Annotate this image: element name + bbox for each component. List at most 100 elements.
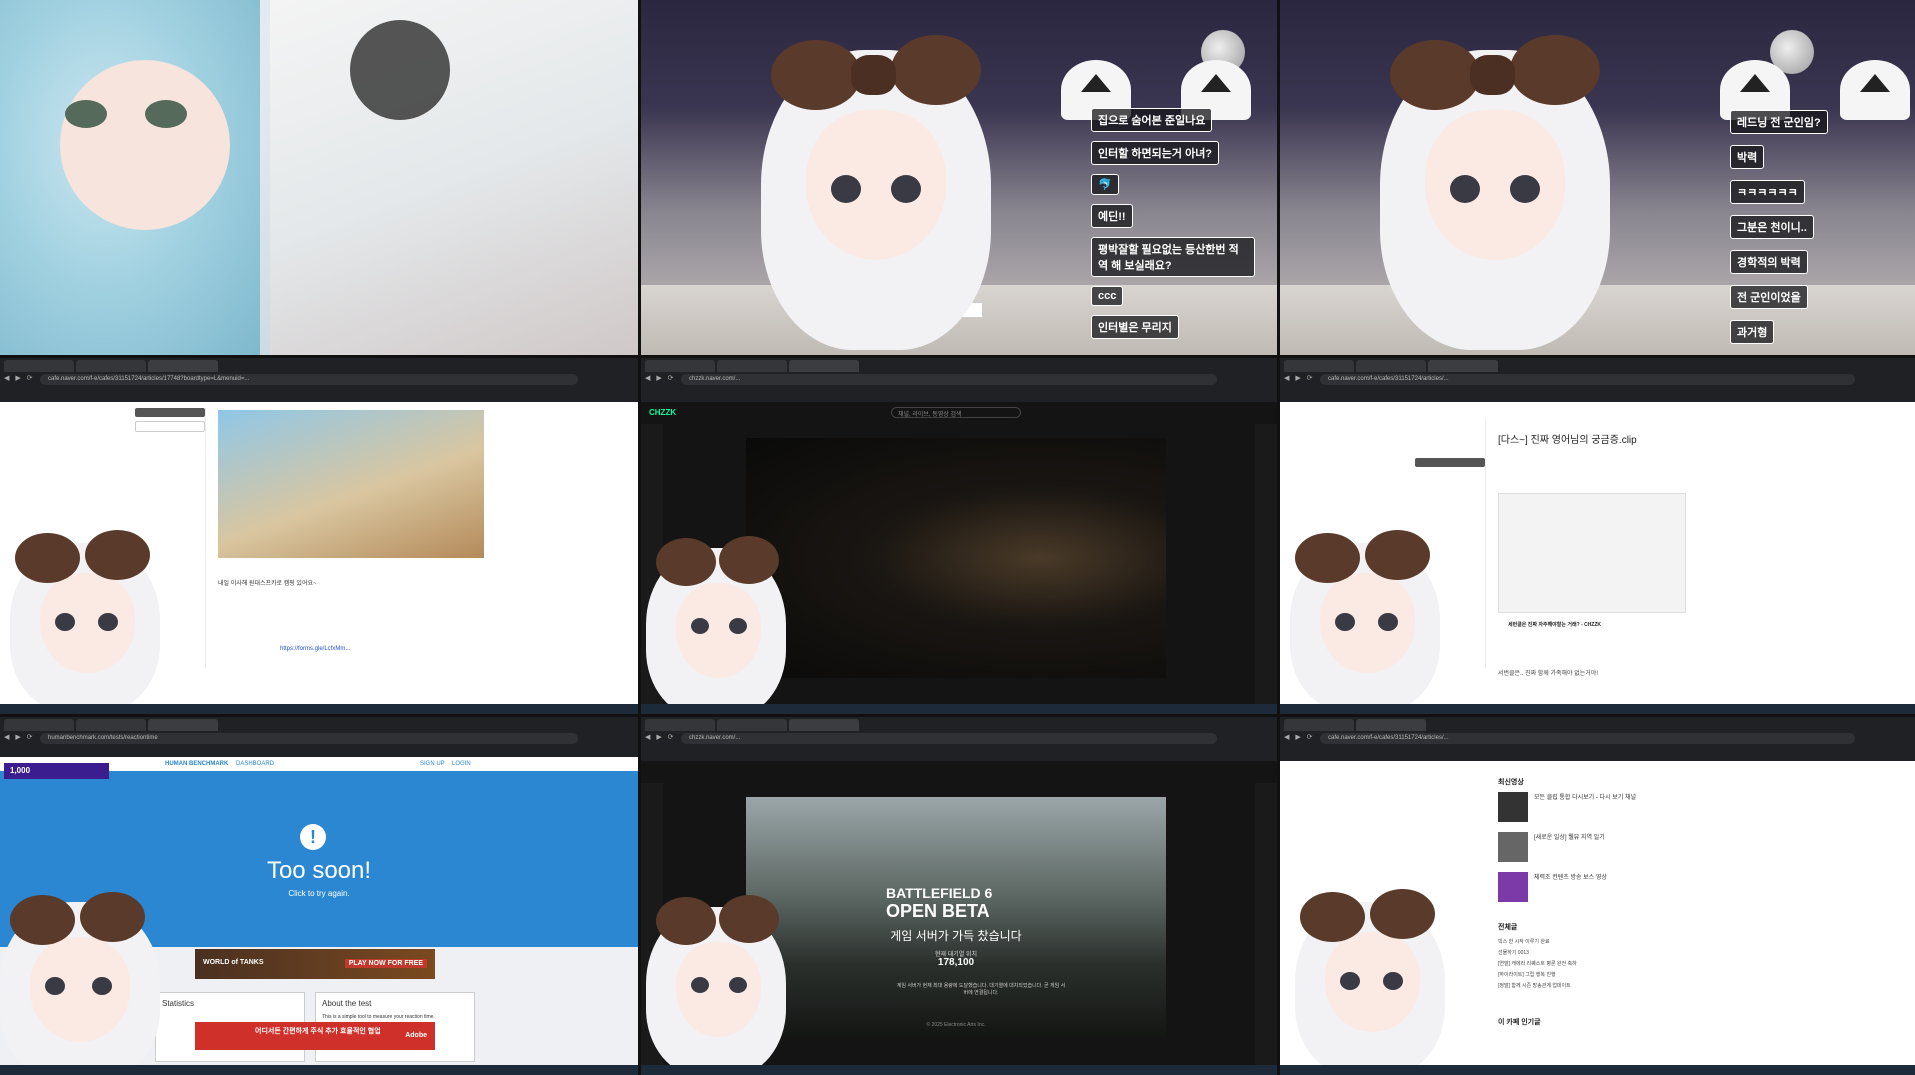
list-item[interactable]: 모든 클립 통합 다시보기 - 다시 보기 채널 xyxy=(1498,792,1805,826)
chat-message: ㅋㅋㅋㅋㅋㅋ xyxy=(1730,180,1805,204)
search-input[interactable]: 채널, 라이브, 동영상 검색 xyxy=(891,407,1021,418)
list-item[interactable]: [새로운 일상] 웰뷰 지역 일기 xyxy=(1498,832,1805,866)
article-row[interactable]: 빅스 한 시작 이루기 완료 xyxy=(1498,937,1835,948)
nav-buttons[interactable]: ◀ ▶ ⟳ xyxy=(645,733,676,741)
background-clothes xyxy=(270,0,638,355)
browser-tab[interactable] xyxy=(1356,719,1426,731)
bow-left xyxy=(771,40,861,110)
exclamation-icon: ! xyxy=(300,824,326,850)
ad-banner[interactable]: WORLD of TANKS PLAY NOW FOR FREE xyxy=(195,949,435,979)
site-logo[interactable]: HUMAN BENCHMARK xyxy=(165,761,228,767)
video-player[interactable] xyxy=(746,438,1166,678)
bow-left xyxy=(15,533,80,583)
about-title: About the test xyxy=(322,999,372,1008)
post-footer-text: 서번클은.. 진짜 함께 가족해야 없는거야! xyxy=(1498,671,1598,677)
address-bar[interactable]: chzzk.naver.com/... xyxy=(681,733,1217,744)
browser-tab[interactable] xyxy=(717,719,787,731)
browser-tab[interactable] xyxy=(4,360,74,372)
queue-note: 계임 서버가 현재 최대 용량에 도달했습니다. 대기열에 대치되었습니다. 곧… xyxy=(896,983,1066,996)
browser-tab[interactable] xyxy=(1284,360,1354,372)
ad2-brand: Adobe xyxy=(405,1032,427,1039)
browser-tab[interactable] xyxy=(789,719,859,731)
nav-buttons[interactable]: ◀ ▶ ⟳ xyxy=(1284,374,1315,382)
address-bar[interactable]: cafe.naver.com/f-e/cafes/31151724/articl… xyxy=(1320,733,1855,744)
eye-icon xyxy=(65,100,107,128)
clip-caption[interactable]: 세번클은 진짜 자주해야할는 거래? - CHZZK xyxy=(1508,621,1601,628)
eye-icon xyxy=(891,175,921,203)
browser-tab[interactable] xyxy=(1284,719,1354,731)
taskbar xyxy=(641,1065,1277,1075)
cafe-join-button[interactable] xyxy=(135,408,205,417)
chat-message: 인터할 하면되는거 아녀? xyxy=(1091,141,1220,165)
ad-banner-2[interactable]: 어디서든 간편하게 주식 추가 효율적인 협업 Adobe xyxy=(195,1022,435,1050)
chat-message: 집으로 숨어본 준일나요 xyxy=(1091,108,1213,132)
eye-icon xyxy=(1340,972,1360,990)
video-list: 모든 클립 통합 다시보기 - 다시 보기 채널 [새로운 일상] 웰뷰 지역 … xyxy=(1498,792,1805,906)
item-title: [새로운 일상] 웰뷰 지역 일기 xyxy=(1534,835,1605,841)
browser-tab[interactable] xyxy=(148,719,218,731)
nav-buttons[interactable]: ◀ ▶ ⟳ xyxy=(645,374,676,382)
address-bar[interactable]: humanbenchmark.com/tests/reactiontime xyxy=(40,733,578,744)
address-bar[interactable]: cafe.naver.com/f-e/cafes/31151724/articl… xyxy=(1320,374,1855,385)
tab-strip xyxy=(641,717,1277,731)
nav-signup[interactable]: SIGN UP xyxy=(420,761,445,767)
ad-cta-button[interactable]: PLAY NOW FOR FREE xyxy=(344,959,427,968)
eye-icon xyxy=(1450,175,1480,203)
browser-tab[interactable] xyxy=(148,360,218,372)
nav-buttons[interactable]: ◀ ▶ ⟳ xyxy=(4,733,35,741)
cafe-post-tile: ◀ ▶ ⟳ cafe.naver.com/f-e/cafes/31151724/… xyxy=(0,358,638,714)
article-row[interactable]: [하이라이트] 그립 행복 진행 xyxy=(1498,970,1835,981)
bow-right xyxy=(1510,35,1600,105)
article-row[interactable]: 선물하기 0013 xyxy=(1498,948,1835,959)
chzzk-logo[interactable]: CHZZK xyxy=(649,408,676,417)
bow-left xyxy=(1390,40,1480,110)
browser-tab[interactable] xyxy=(76,719,146,731)
browser-chrome: ◀ ▶ ⟳ cafe.naver.com/f-e/cafes/31151724/… xyxy=(1280,717,1915,761)
tab-strip xyxy=(1280,717,1915,731)
post-link[interactable]: https://forms.gle/LcfxMm... xyxy=(280,646,350,652)
ad-game-title: WORLD of TANKS xyxy=(203,959,264,966)
tab-strip xyxy=(1280,358,1915,372)
taskbar xyxy=(0,1065,638,1075)
chat-message: 과거형 xyxy=(1730,320,1775,344)
about-text: This is a simple tool to measure your re… xyxy=(322,1014,435,1020)
eye-icon xyxy=(145,100,187,128)
browser-tab[interactable] xyxy=(1428,360,1498,372)
bow-center xyxy=(851,55,896,95)
nav-dashboard[interactable]: DASHBOARD xyxy=(236,761,274,767)
human-benchmark-tile: ◀ ▶ ⟳ humanbenchmark.com/tests/reactiont… xyxy=(0,717,638,1075)
item-title: 체력조 컨텐츠 방송 보스 영상 xyxy=(1534,875,1607,881)
tab-strip xyxy=(641,358,1277,372)
queue-title: 게임 서버가 가득 찼습니다 xyxy=(890,929,1022,943)
browser-tab[interactable] xyxy=(645,719,715,731)
nav-buttons[interactable]: ◀ ▶ ⟳ xyxy=(1284,733,1315,741)
chzzk-stream-tile: ◀ ▶ ⟳ chzzk.naver.com/... CHZZK 채널, 라이브,… xyxy=(641,358,1277,714)
chzzk-header xyxy=(641,761,1277,783)
address-bar[interactable]: cafe.naver.com/f-e/cafes/31151724/articl… xyxy=(40,374,578,385)
nav-buttons[interactable]: ◀ ▶ ⟳ xyxy=(4,374,35,382)
article-row[interactable]: [정말] 함께 시즌 방송관계 업데이트 xyxy=(1498,981,1835,992)
browser-chrome: ◀ ▶ ⟳ humanbenchmark.com/tests/reactiont… xyxy=(0,717,638,761)
list-item[interactable]: 체력조 컨텐츠 방송 보스 영상 xyxy=(1498,872,1805,906)
cafe-clip-tile: ◀ ▶ ⟳ cafe.naver.com/f-e/cafes/31151724/… xyxy=(1280,358,1915,714)
browser-tab[interactable] xyxy=(717,360,787,372)
browser-tab[interactable] xyxy=(1356,360,1426,372)
chat-message: 박력 xyxy=(1730,145,1765,169)
browser-tab[interactable] xyxy=(645,360,715,372)
game-subtitle: OPEN BETA xyxy=(886,901,990,921)
address-bar[interactable]: chzzk.naver.com/... xyxy=(681,374,1217,385)
video-player[interactable]: BATTLEFIELD 6 OPEN BETA 게임 서버가 가득 찼습니다 현… xyxy=(746,797,1166,1037)
browser-tab[interactable] xyxy=(789,360,859,372)
score-overlay: 1,000 xyxy=(4,763,109,779)
cafe-write-button[interactable] xyxy=(135,421,205,432)
cafe-join-button[interactable] xyxy=(1415,458,1485,467)
bow-right xyxy=(85,530,150,580)
nav-login[interactable]: LOGIN xyxy=(452,761,471,767)
browser-tab[interactable] xyxy=(76,360,146,372)
chat-overlay: 레드닝 전 군인임? 박력 ㅋㅋㅋㅋㅋㅋ 그분은 천이니.. 경학적의 박력 전… xyxy=(1730,110,1828,344)
browser-tab[interactable] xyxy=(4,719,74,731)
article-row[interactable]: [연말] 캐에라 리퀘스트 평론 완전 축하 xyxy=(1498,959,1835,970)
bow-right xyxy=(1370,889,1435,939)
clip-preview[interactable] xyxy=(1498,493,1686,613)
bookmarks-bar xyxy=(4,388,638,398)
